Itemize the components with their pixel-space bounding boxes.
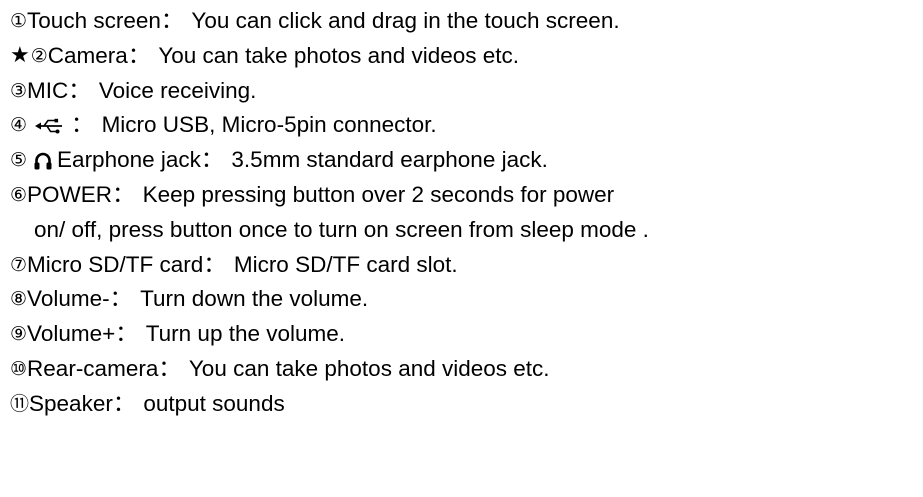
list-item-rear-camera: ⑩ Rear-camera： You can take photos and vid… <box>10 352 915 387</box>
item-number: ⑦ <box>10 253 28 276</box>
item-term: POWER <box>27 181 113 207</box>
item-number: ⑤ <box>10 149 28 172</box>
item-description: Micro USB, Micro-5pin connector. <box>101 112 437 138</box>
item-separator: ： <box>158 355 181 381</box>
item-description: 3.5mm standard earphone jack. <box>231 147 548 173</box>
item-separator: ： <box>109 286 133 312</box>
item-separator: ： <box>127 42 151 68</box>
item-term: Volume+ <box>27 321 116 347</box>
item-term: Speaker <box>29 390 113 416</box>
item-number: ⑩ <box>10 357 28 380</box>
list-item-mic: ③ MIC： Voice receiving. <box>10 74 915 109</box>
item-separator: ： <box>112 390 136 416</box>
list-item-usb: ④ ： Micro USB, Micro-5pin connector. <box>10 108 915 143</box>
item-number: ① <box>10 10 28 32</box>
list-item-touch-screen: ① Touch screen： You can click and drag in … <box>10 4 915 39</box>
item-description: output sounds <box>143 390 285 416</box>
star-icon: ★ <box>10 42 30 68</box>
item-separator: ： <box>71 112 94 138</box>
item-separator: ： <box>112 181 135 207</box>
item-description: Turn down the volume. <box>140 286 369 312</box>
item-number: ⑨ <box>10 323 28 346</box>
item-description: You can take photos and videos etc. <box>158 42 520 68</box>
list-item-power: ⑥ POWER： Keep pressing button over 2 secon… <box>10 178 915 213</box>
list-item-camera: ★ ② Camera： You can take photos and videos … <box>10 39 915 74</box>
item-separator: ： <box>68 77 91 103</box>
item-description: Voice receiving. <box>98 77 257 103</box>
list-item-speaker: ⑪ Speaker： output sounds <box>10 387 915 422</box>
item-separator: ： <box>200 147 224 173</box>
usb-icon <box>35 117 65 135</box>
item-separator: ： <box>115 321 138 347</box>
item-term: Earphone jack <box>57 147 201 173</box>
item-description: You can click and drag in the touch scre… <box>191 8 620 33</box>
list-item-earphone-jack: ⑤ Earphone jack： 3.5mm standard earphone … <box>10 143 915 178</box>
item-description-continued: on/ off, press button once to turn on sc… <box>34 216 649 242</box>
item-number: ⑥ <box>10 183 28 206</box>
item-term: Micro SD/TF card <box>27 251 204 277</box>
headphone-icon <box>33 151 53 171</box>
item-term: Volume- <box>27 286 110 312</box>
list-item-volume-down: ⑧ Volume-： Turn down the volume. <box>10 282 915 317</box>
item-number: ③ <box>10 79 28 102</box>
list-item-sd-card: ⑦ Micro SD/TF card： Micro SD/TF card slot. <box>10 248 915 283</box>
item-term: Camera <box>47 42 128 68</box>
item-separator: ： <box>203 251 226 277</box>
item-term: Touch screen <box>27 8 161 33</box>
item-description: Micro SD/TF card slot. <box>233 251 458 277</box>
item-description: Turn up the volume. <box>145 321 346 347</box>
item-number: ④ <box>10 114 28 137</box>
item-term: Rear-camera <box>27 355 159 381</box>
list-item-volume-up: ⑨ Volume+： Turn up the volume. <box>10 317 915 352</box>
item-number: ② <box>30 44 48 67</box>
item-separator: ： <box>160 8 184 33</box>
item-number: ⑪ <box>10 392 30 415</box>
item-term: MIC <box>27 77 69 103</box>
item-description: You can take photos and videos etc. <box>188 355 550 381</box>
list-item-power-continued: on/ off, press button once to turn on sc… <box>10 213 915 248</box>
item-description: Keep pressing button over 2 seconds for … <box>142 181 615 207</box>
item-number: ⑧ <box>10 288 28 311</box>
feature-list: ① Touch screen： You can click and drag in … <box>10 4 915 422</box>
